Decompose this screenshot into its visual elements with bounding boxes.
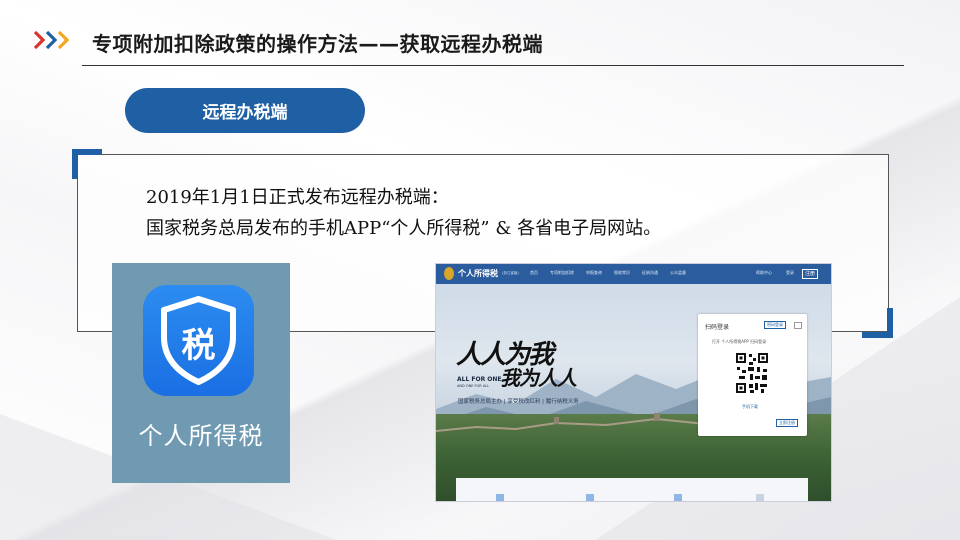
website-emblem-icon — [444, 267, 454, 280]
nav-item[interactable]: 申报查询 — [586, 270, 602, 276]
nav-item[interactable]: 公众监督 — [670, 270, 686, 276]
tax-app-icon: 税 — [143, 285, 254, 396]
website-slogan: 国家税务总局主办 | 享受税改红利 | 履行纳税义务 — [458, 399, 579, 405]
calligraphy-2: 我为人人 — [500, 366, 577, 390]
content-line-2: 国家税务总局发布的手机APP“个人所得税” & 各省电子局网站。 — [146, 218, 662, 239]
service-icon[interactable] — [674, 494, 682, 501]
chevron-blue-icon — [45, 30, 58, 50]
page-title: 专项附加扣除政策的操作方法——获取远程办税端 — [92, 32, 543, 56]
login-panel: 扫码登录 密码登录 打开 个人所得税APP 扫码登录 手机下载 立即注册 — [698, 314, 807, 436]
login-monitor-icon[interactable] — [794, 322, 802, 329]
all-for-one: ALL FOR ONE — [457, 376, 502, 383]
website-brand[interactable]: 个人所得税 — [458, 268, 498, 279]
section-pill: 远程办税端 — [125, 88, 365, 133]
app-tile: 税 个人所得税 — [112, 263, 290, 483]
nav-item[interactable]: 首页 — [530, 270, 538, 276]
nav-item[interactable]: 征纳沟通 — [642, 270, 658, 276]
nav-register-button[interactable]: 注册 — [802, 269, 819, 279]
login-scan-hint: 打开 个人所得税APP 扫码登录 — [712, 339, 767, 344]
nav-login[interactable]: 登录 — [786, 270, 794, 276]
app-label: 个人所得税 — [138, 422, 264, 450]
website-screenshot: 个人所得税 (浙江省版) 首页 专项附加扣除 申报查询 税收常识 征纳沟通 公众… — [435, 263, 832, 502]
login-title: 扫码登录 — [705, 324, 730, 331]
service-icon[interactable] — [496, 494, 504, 501]
login-download-link[interactable]: 手机下载 — [742, 404, 758, 410]
chevron-red-icon — [33, 30, 46, 50]
qr-code-icon — [735, 352, 769, 394]
nav-item[interactable]: 税收常识 — [614, 270, 630, 276]
website-brand-sub: (浙江省版) — [502, 271, 519, 275]
chevron-orange-icon — [57, 30, 70, 50]
frame-corner-top-left — [72, 149, 78, 179]
login-switch-button[interactable]: 密码登录 — [764, 321, 786, 329]
website-navbar: 个人所得税 (浙江省版) 首页 专项附加扣除 申报查询 税收常识 征纳沟通 公众… — [436, 264, 831, 284]
service-icon[interactable] — [586, 494, 594, 501]
service-icon[interactable] — [756, 494, 764, 501]
one-for-all: AND ONE FOR ALL — [457, 384, 490, 388]
tax-app-icon-char: 税 — [181, 326, 216, 366]
title-divider — [82, 65, 904, 66]
content-line-1: 2019年1月1日正式发布远程办税端： — [146, 187, 449, 208]
nav-item[interactable]: 专项附加扣除 — [550, 270, 574, 276]
nav-help[interactable]: 帮助中心 — [756, 270, 772, 276]
frame-corner-bottom-right — [887, 308, 893, 338]
login-register-button[interactable]: 立即注册 — [776, 419, 798, 427]
